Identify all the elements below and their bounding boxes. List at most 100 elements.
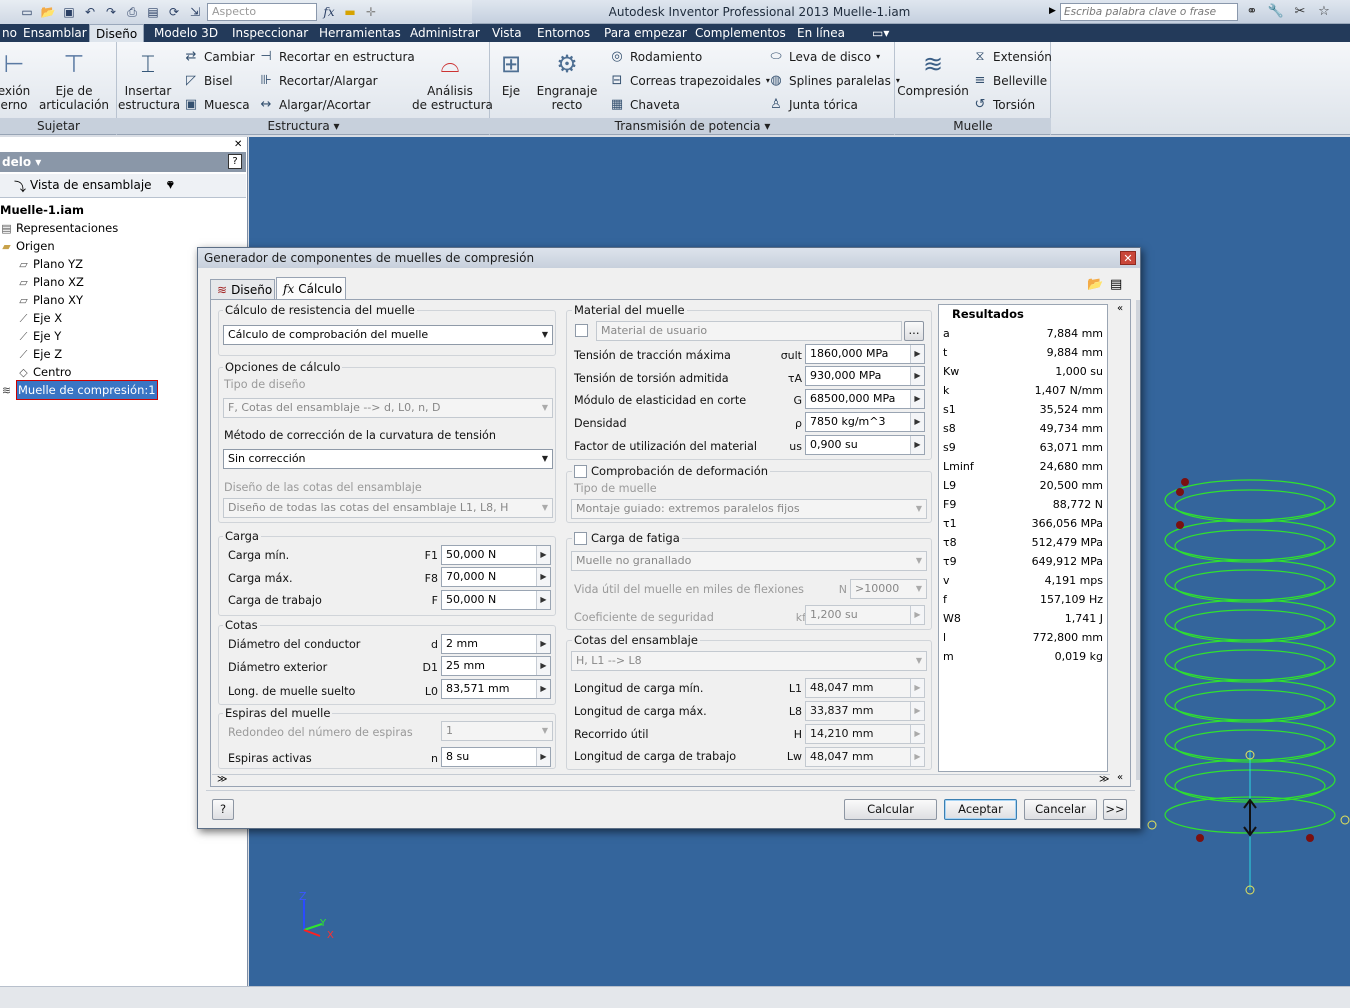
collapse-results-icon[interactable]: « — [1117, 303, 1123, 314]
spring-type-select[interactable]: Montaje guiado: extremos paralelos fijos… — [571, 499, 927, 519]
menu-arrow-icon[interactable]: ▶ — [910, 413, 924, 431]
redo-icon[interactable]: ↷ — [102, 3, 120, 21]
tree-item-xy-plane[interactable]: ▱ Plano XY — [17, 291, 83, 309]
assembly-design-select[interactable]: Diseño de todas las cotas del ensamblaje… — [223, 498, 553, 518]
load-max-input[interactable]: 70,000 N ▶ — [441, 567, 551, 587]
compression-spring-button[interactable]: ≋ Compresión — [897, 48, 969, 98]
wire-diameter-input[interactable]: 2 mm ▶ — [441, 634, 551, 654]
tree-item-center[interactable]: ◇ Centro — [17, 363, 71, 381]
ribbon-group-title[interactable]: Estructura ▾ — [117, 118, 490, 134]
torsion-stress-input[interactable]: 930,000 MPa ▶ — [805, 366, 925, 386]
menu-arrow-icon[interactable]: ▶ — [910, 345, 924, 363]
snap-icon[interactable]: ✛ — [362, 3, 380, 21]
menu-arrow-icon[interactable]: ▶ — [536, 568, 550, 586]
close-icon[interactable]: ✕ — [234, 139, 242, 150]
help-icon[interactable]: ? — [228, 154, 242, 169]
shear-modulus-input[interactable]: 68500,000 MPa ▶ — [805, 389, 925, 409]
lengthen-button[interactable]: ↔ Alargar/Acortar — [258, 95, 371, 115]
grip-point[interactable] — [1147, 820, 1157, 830]
trim-extend-button[interactable]: ⊪ Recortar/Alargar — [258, 71, 377, 91]
extension-button[interactable]: ⧖ Extensión — [972, 47, 1052, 67]
grip-point[interactable] — [1176, 521, 1184, 529]
user-material-checkbox[interactable] — [575, 324, 588, 337]
working-stroke-input[interactable]: 14,210 mm ▶ — [805, 724, 925, 744]
utilization-input[interactable]: 0,900 su ▶ — [805, 435, 925, 455]
calculate-button[interactable]: Calcular — [844, 799, 937, 820]
notch-button[interactable]: ▣ Muesca — [183, 95, 250, 115]
menu-arrow-icon[interactable]: ▶ — [910, 367, 924, 385]
user-material-input[interactable]: Material de usuario — [596, 321, 902, 341]
menu-arrow-icon[interactable]: ▶ — [536, 748, 550, 766]
tree-item-x-axis[interactable]: ⟋ Eje X — [17, 309, 62, 327]
grip-point[interactable] — [1196, 834, 1204, 842]
connection-button[interactable]: ⊢ exión erno — [0, 48, 38, 112]
grip-point[interactable] — [1176, 488, 1184, 496]
disc-cam-button[interactable]: ⬭ Leva de disco ▾ — [768, 47, 880, 67]
tab-calculation[interactable]: fx Cálculo — [276, 277, 346, 300]
work-load-length-input[interactable]: 48,047 mm ▶ — [805, 747, 925, 767]
tab-administrar[interactable]: Administrar — [404, 24, 486, 42]
save-config-icon[interactable]: 📂 — [1087, 277, 1103, 292]
tab-diseno[interactable]: Diseño — [89, 24, 145, 42]
tab-en-linea[interactable]: En línea — [791, 24, 851, 42]
v-belts-button[interactable]: ⊟ Correas trapezoidales ▾ — [609, 71, 770, 91]
tab-ensamblar[interactable]: Ensamblar — [17, 24, 93, 42]
pivot-joint-button[interactable]: ⊤ Eje de articulación — [38, 48, 110, 112]
browser-header[interactable]: delo ▾ — [0, 152, 246, 172]
tree-item-xz-plane[interactable]: ▱ Plano XZ — [17, 273, 84, 291]
spring-model[interactable] — [1140, 470, 1350, 900]
active-coils-input[interactable]: 8 su ▶ — [441, 747, 551, 767]
cancel-button[interactable]: Cancelar — [1024, 799, 1097, 820]
service-life-select[interactable]: >10000 ▼ — [850, 579, 927, 599]
menu-arrow-icon[interactable]: ▶ — [910, 702, 924, 720]
menu-arrow-icon[interactable]: ▶ — [536, 591, 550, 609]
trim-to-frame-button[interactable]: ⊣ Recortar en estructura — [258, 47, 414, 67]
menu-arrow-icon[interactable]: ▶ — [910, 679, 924, 697]
min-load-length-input[interactable]: 48,047 mm ▶ — [805, 678, 925, 698]
free-length-input[interactable]: 83,571 mm ▶ — [441, 679, 551, 699]
update-icon[interactable]: ⟳ — [165, 3, 183, 21]
correction-select[interactable]: Sin corrección ▼ — [223, 449, 553, 469]
tab-herramientas[interactable]: Herramientas — [313, 24, 407, 42]
grip-point[interactable] — [1340, 815, 1350, 825]
fatigue-checkbox[interactable] — [574, 531, 587, 545]
outer-diameter-input[interactable]: 25 mm ▶ — [441, 656, 551, 676]
tree-item-z-axis[interactable]: ⟋ Eje Z — [17, 345, 62, 363]
density-input[interactable]: 7850 kg/m^3 ▶ — [805, 412, 925, 432]
appearance-combo[interactable]: Aspecto — [207, 3, 317, 21]
save-icon[interactable]: ▣ — [60, 3, 78, 21]
shot-peen-select[interactable]: Muelle no granallado ▼ — [571, 551, 927, 571]
grip-point[interactable] — [1181, 478, 1189, 486]
tensile-input[interactable]: 1860,000 MPa ▶ — [805, 344, 925, 364]
expand-down-icon[interactable]: ≫ — [1099, 774, 1109, 785]
key-button[interactable]: ▦ Chaveta — [609, 95, 680, 115]
tools-icon[interactable]: ✂ — [1291, 3, 1309, 21]
new-icon[interactable]: ▭ — [18, 3, 36, 21]
frame-analysis-button[interactable]: ⌓ Análisis de estructura — [412, 48, 493, 112]
tab-complementos[interactable]: Complementos — [689, 24, 792, 42]
tab-vista[interactable]: Vista — [486, 24, 528, 42]
binoculars-icon[interactable]: ⚭ — [165, 177, 176, 192]
dialog-close-button[interactable]: ✕ — [1120, 251, 1136, 265]
browse-button[interactable]: ... — [904, 321, 924, 341]
insert-frame-button[interactable]: ⌶ Insertar estructura — [118, 48, 180, 112]
more-button[interactable]: >> — [1103, 799, 1127, 820]
menu-arrow-icon[interactable]: ▶ — [910, 606, 924, 624]
menu-arrow-icon[interactable]: ▶ — [536, 635, 550, 653]
collapse-results-icon[interactable]: « — [1117, 772, 1123, 783]
parallel-splines-button[interactable]: ◍ Splines paralelas ▾ — [768, 71, 900, 91]
menu-arrow-icon[interactable]: ▶ — [910, 725, 924, 743]
tree-item-spring[interactable]: ≋ Muelle de compresión:1 — [0, 380, 158, 400]
fx-icon[interactable]: fx — [320, 3, 338, 21]
ribbon-options-icon[interactable]: ▭▾ — [866, 24, 895, 42]
star-icon[interactable]: ☆ — [1315, 3, 1333, 21]
safety-factor-input[interactable]: 1,200 su ▶ — [805, 605, 925, 625]
accept-button[interactable]: Aceptar — [944, 799, 1017, 820]
binoculars-icon[interactable]: ⚭ — [1243, 3, 1261, 21]
print-icon[interactable]: ⎙ — [123, 3, 141, 21]
shaft-button[interactable]: ⊞ Eje — [492, 48, 530, 98]
dialog-scrollbar[interactable] — [1136, 300, 1140, 780]
load-work-input[interactable]: 50,000 N ▶ — [441, 590, 551, 610]
torsion-button[interactable]: ↺ Torsión — [972, 95, 1036, 115]
load-min-input[interactable]: 50,000 N ▶ — [441, 545, 551, 565]
